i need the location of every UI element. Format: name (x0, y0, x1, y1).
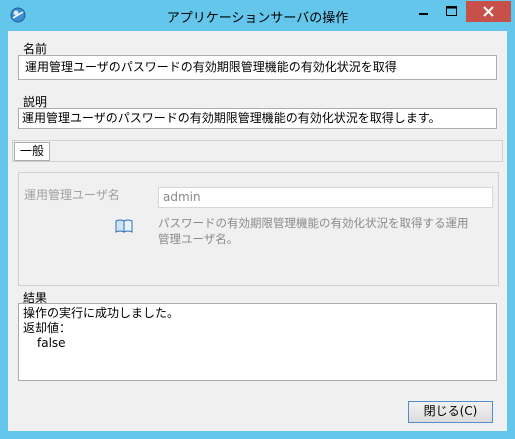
book-icon (115, 219, 133, 236)
general-panel: 運用管理ユーザ名 admin パスワードの有効期限管理機能の有効化状況を取得する… (18, 172, 499, 286)
tab-general[interactable]: 一般 (14, 142, 50, 161)
tab-bar: 一般 (12, 140, 503, 162)
user-name-input[interactable]: admin (158, 187, 493, 208)
result-line-status: 操作の実行に成功しました。 (23, 306, 180, 320)
result-output: 操作の実行に成功しました。 返却値： false (18, 303, 497, 381)
help-text-line2: 管理ユーザ名。 (158, 232, 239, 246)
title-bar[interactable]: アプリケーションサーバの操作 (0, 0, 515, 30)
minimize-icon (419, 13, 428, 15)
dialog-body: 名前 運用管理ユーザのパスワードの有効期限管理機能の有効化状況を取得 説明 運用… (8, 31, 507, 431)
maximize-icon (446, 6, 457, 16)
close-icon (483, 6, 494, 17)
result-line-return: 返却値： (23, 321, 72, 335)
close-window-button[interactable] (466, 1, 511, 22)
dialog-window: アプリケーションサーバの操作 名前 運用管理ユーザのパスワードの有効期限管理機能… (0, 0, 515, 439)
user-name-help: パスワードの有効期限管理機能の有効化状況を取得する運用 管理ユーザ名。 (158, 215, 478, 247)
user-name-label: 運用管理ユーザ名 (24, 188, 120, 202)
maximize-button[interactable] (438, 1, 465, 22)
result-line-value: false (37, 336, 66, 350)
help-text-line1: パスワードの有効期限管理機能の有効化状況を取得する運用 (158, 216, 469, 230)
close-button[interactable]: 閉じる(C) (408, 401, 493, 423)
description-field: 運用管理ユーザのパスワードの有効期限管理機能の有効化状況を取得します。 (18, 108, 497, 129)
minimize-button[interactable] (410, 1, 437, 22)
name-field: 運用管理ユーザのパスワードの有効期限管理機能の有効化状況を取得 (18, 55, 497, 80)
